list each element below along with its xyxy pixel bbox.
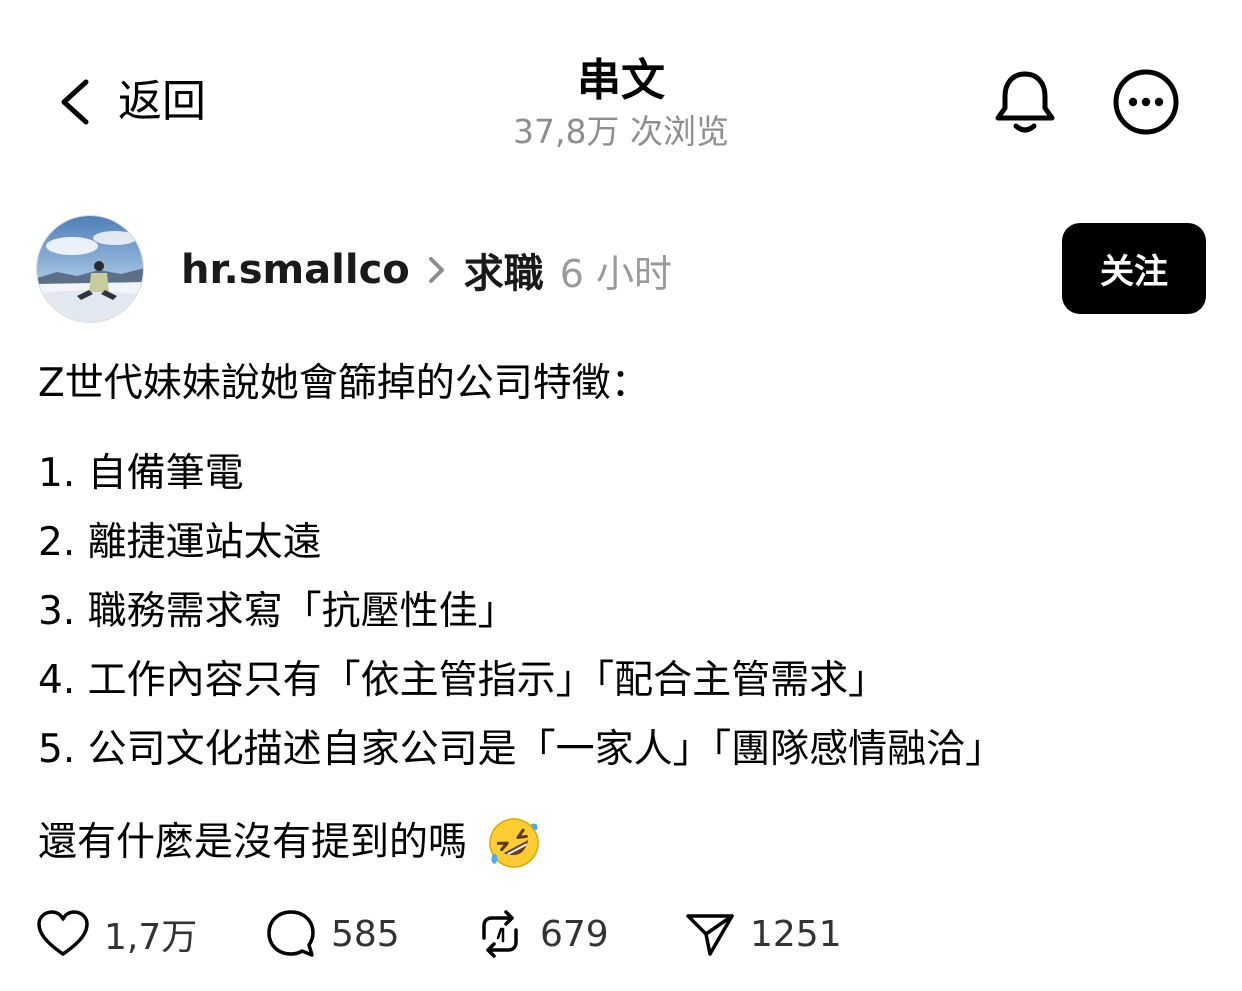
more-options-button[interactable] <box>1112 68 1180 140</box>
more-icon <box>1113 69 1179 135</box>
avatar[interactable] <box>36 215 144 323</box>
send-icon <box>686 914 734 956</box>
notifications-button[interactable] <box>992 68 1058 140</box>
username-link[interactable]: hr.smallco <box>181 247 410 293</box>
repost-count: 679 <box>540 913 609 955</box>
back-label: 返回 <box>118 76 206 127</box>
list-item: 3. 職務需求寫「抗壓性佳」 <box>38 589 517 634</box>
list-item: 5. 公司文化描述自家公司是「一家人」「團隊感情融洽」 <box>38 727 1005 772</box>
topic-link[interactable]: 求職 <box>464 241 544 299</box>
author-line: hr.smallco 求職 6 小时 <box>181 240 672 300</box>
heart-icon <box>37 910 89 956</box>
thread-page: 返回 串文 37,8万 次浏览 hr.smallco 求職 6 小时 关注 Z世… <box>0 0 1242 991</box>
header-title-block: 串文 37,8万 次浏览 <box>421 52 821 154</box>
bell-icon <box>995 71 1055 133</box>
post-outro: 還有什麼是沒有提到的嗎 <box>38 820 468 865</box>
repost-button[interactable]: 679 <box>474 906 609 962</box>
list-item: 1. 自備筆電 <box>38 451 244 496</box>
repost-icon <box>482 910 518 958</box>
chevron-left-icon <box>61 79 89 125</box>
post-intro: Z世代妹妹說她會篩掉的公司特徵： <box>38 361 650 406</box>
share-button[interactable]: 1251 <box>684 906 842 962</box>
share-count: 1251 <box>750 913 842 955</box>
post-time: 6 小时 <box>559 251 673 296</box>
comment-button[interactable]: 585 <box>265 906 400 962</box>
list-item: 4. 工作內容只有「依主管指示」「配合主管需求」 <box>38 658 888 703</box>
page-title: 串文 <box>577 55 665 106</box>
like-count: 1,7万 <box>104 917 198 958</box>
like-button[interactable]: 1,7万 <box>36 906 197 962</box>
comment-count: 585 <box>331 913 400 955</box>
view-count: 37,8万 次浏览 <box>513 112 729 151</box>
rolling-on-floor-laughing-icon <box>489 818 539 868</box>
back-button[interactable]: 返回 <box>56 72 206 132</box>
chevron-right-icon <box>428 257 444 283</box>
comment-icon <box>267 910 315 957</box>
avatar-photo <box>37 216 143 322</box>
post-outro-line: 還有什麼是沒有提到的嗎 <box>38 816 1218 870</box>
follow-button[interactable]: 关注 <box>1062 223 1206 314</box>
list-item: 2. 離捷運站太遠 <box>38 520 322 565</box>
